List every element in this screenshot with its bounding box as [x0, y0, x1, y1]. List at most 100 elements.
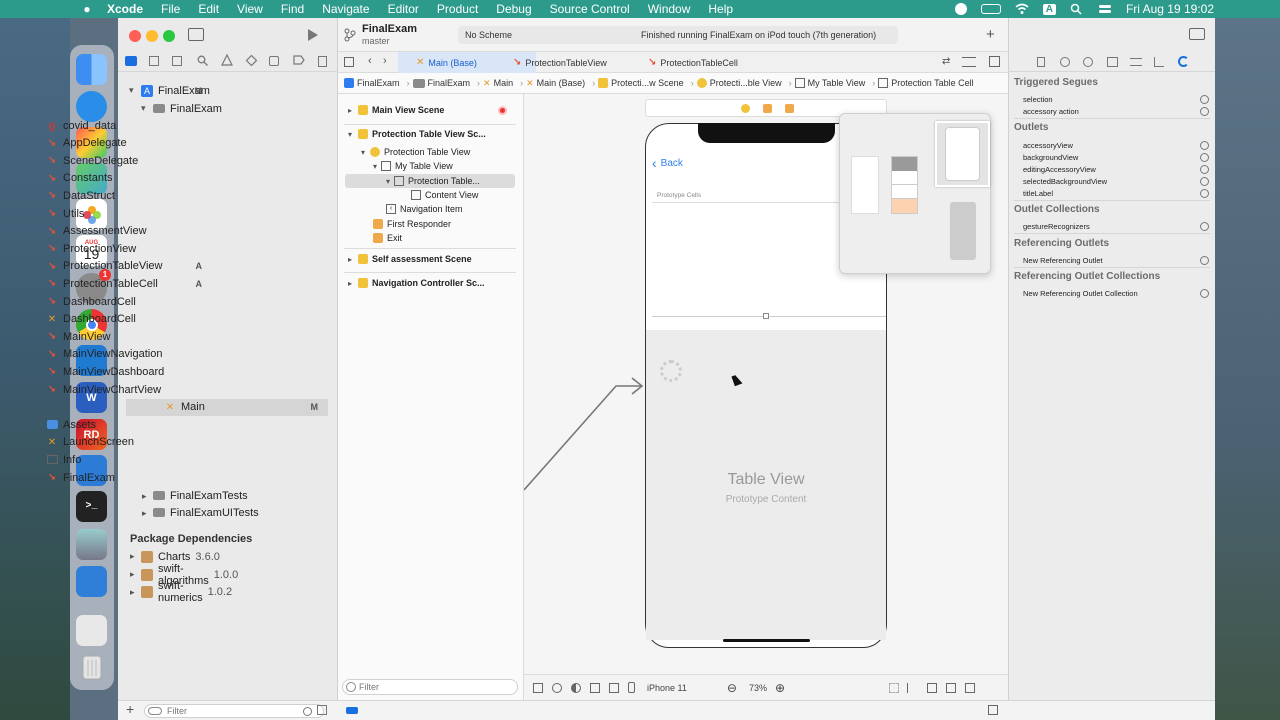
apple-menu-icon[interactable]: ● — [80, 2, 94, 16]
finder-icon[interactable] — [76, 54, 107, 85]
project-navigator-icon[interactable] — [125, 56, 137, 66]
tree-file-assessmentview[interactable]: ↘ AssessmentView — [0, 223, 220, 240]
attributes-inspector-icon[interactable] — [1130, 58, 1142, 66]
tree-group-finalexam[interactable]: FinalExam — [0, 100, 222, 117]
control-center-icon[interactable] — [1098, 3, 1112, 15]
tree-file-protectiontableview[interactable]: ↘ ProtectionTableView A — [0, 258, 220, 275]
pin-icon[interactable] — [927, 682, 938, 693]
outline-protection-controller[interactable]: ▾ Protection Table View — [361, 145, 470, 159]
menu-navigate[interactable]: Navigate — [322, 2, 369, 16]
split-editor-icon[interactable] — [989, 56, 1000, 67]
file-inspector-icon[interactable] — [1037, 57, 1045, 67]
tree-file-dashboardcell[interactable]: ↘ DashboardCell — [0, 293, 220, 310]
connection-circle[interactable] — [1200, 141, 1209, 150]
tree-file-launchscreen[interactable]: ✕ LaunchScreen — [0, 434, 220, 451]
input-source-icon[interactable]: A — [1042, 3, 1056, 15]
menu-help[interactable]: Help — [708, 2, 733, 16]
add-library-button[interactable]: + — [986, 26, 995, 43]
view-controller-dock-icon[interactable] — [741, 104, 750, 113]
menu-file[interactable]: File — [161, 2, 180, 16]
scheme-selector[interactable]: No Scheme — [465, 30, 512, 40]
run-button-icon[interactable] — [308, 29, 318, 41]
outline-first-responder[interactable]: First Responder — [373, 217, 451, 231]
tree-file-scenedelegate[interactable]: ↘ SceneDelegate — [0, 152, 220, 169]
jump-bar-project[interactable]: FinalExam — [344, 78, 400, 88]
issue-navigator-icon[interactable] — [221, 53, 233, 69]
outline-main-view-scene[interactable]: ▸ Main View Scene — [348, 103, 444, 117]
dark-mode-icon[interactable] — [571, 682, 581, 693]
connection-circle[interactable] — [1200, 165, 1209, 174]
debug-area-icon[interactable] — [988, 705, 998, 715]
connection-circle[interactable] — [1200, 153, 1209, 162]
close-window-button[interactable] — [129, 30, 141, 42]
menu-debug[interactable]: Debug — [496, 2, 531, 16]
find-navigator-icon[interactable] — [197, 55, 208, 69]
debug-navigator-icon[interactable] — [269, 56, 279, 66]
outline-navigation-item[interactable]: ‹ Navigation Item — [386, 202, 463, 216]
connection-circle[interactable] — [1200, 189, 1209, 198]
navigator-filter-input[interactable] — [167, 705, 277, 717]
connection-circle[interactable] — [1200, 256, 1209, 265]
zoom-out-icon[interactable]: ⊖ — [727, 681, 737, 695]
branch-name[interactable]: master — [362, 36, 390, 46]
orientation-icon[interactable] — [590, 682, 600, 693]
wifi-icon[interactable] — [1015, 3, 1029, 15]
size-inspector-icon[interactable] — [1154, 57, 1164, 67]
jump-bar-scene[interactable]: Protecti...w Scene — [598, 78, 684, 88]
test-navigator-icon[interactable] — [245, 54, 258, 69]
jump-bar-table-view[interactable]: My Table View — [794, 78, 865, 88]
tree-file-info[interactable]: Info — [0, 451, 220, 468]
tree-file-dashboardcell[interactable]: ✕ DashboardCell — [0, 311, 220, 328]
record-icon[interactable] — [954, 3, 967, 15]
zoom-in-icon[interactable]: ⊕ — [775, 681, 785, 695]
menu-find[interactable]: Find — [281, 2, 304, 16]
search-icon[interactable] — [1070, 3, 1084, 15]
tree-file-datastruct[interactable]: ↘ DataStruct — [0, 187, 220, 204]
outline-protection-scene[interactable]: ▾ Protection Table View Sc... — [348, 127, 486, 141]
jump-bar-controller[interactable]: Protecti...ble View — [696, 78, 782, 88]
jump-bar-file[interactable]: ✕ Main — [483, 78, 513, 89]
tab-protection-table-cell[interactable]: ↘ ProtectionTableCell — [648, 52, 788, 73]
jump-bar-group[interactable]: FinalExam — [412, 78, 470, 88]
minimap-viewport[interactable] — [935, 121, 990, 187]
add-file-button[interactable]: + — [126, 701, 134, 717]
tree-file-mainviewdashboard[interactable]: ↘ MainViewDashboard — [0, 363, 220, 380]
connection-circle[interactable] — [1200, 95, 1209, 104]
outline-nav-controller-scene[interactable]: ▸ Navigation Controller Sc... — [348, 276, 485, 290]
trash-icon[interactable] — [76, 650, 107, 681]
outline-protection-cell[interactable]: ▾ Protection Table... — [386, 174, 480, 188]
outline-my-table-view[interactable]: ▾ My Table View — [373, 159, 453, 173]
outline-filter-input[interactable] — [359, 681, 509, 693]
outline-self-assessment-scene[interactable]: ▸ Self assessment Scene — [348, 252, 472, 266]
tree-file-constants[interactable]: ↘ Constants — [0, 170, 220, 187]
jump-bar-base[interactable]: ✕ Main (Base) — [526, 78, 585, 89]
tree-project-root[interactable]: A FinalExam M — [0, 82, 220, 99]
battery-icon[interactable] — [980, 4, 1001, 14]
menu-source-control[interactable]: Source Control — [550, 2, 630, 16]
source-control-icon[interactable] — [149, 56, 159, 66]
connection-circle[interactable] — [1200, 289, 1209, 298]
connection-circle[interactable] — [1200, 222, 1209, 231]
recent-files-icon[interactable] — [303, 707, 312, 716]
menu-editor[interactable]: Editor — [388, 2, 419, 16]
back-arrow-icon[interactable]: ‹ — [368, 55, 372, 67]
inspector-toggle-icon[interactable] — [1189, 28, 1205, 40]
tree-file-main[interactable]: ✕ Main M — [126, 398, 328, 416]
tree-file-assets[interactable]: Assets — [0, 416, 220, 433]
history-inspector-icon[interactable] — [1060, 57, 1070, 67]
sidebar-toggle-icon[interactable] — [188, 28, 204, 41]
connection-circle[interactable] — [1200, 107, 1209, 116]
editor-layout-icon[interactable] — [344, 57, 354, 67]
tree-file-mainviewchartview[interactable]: ↘ MainViewChartView — [0, 381, 220, 398]
identity-inspector-icon[interactable] — [1107, 57, 1118, 67]
outline-content-view[interactable]: Content View — [411, 188, 478, 202]
first-responder-dock-icon[interactable] — [763, 104, 772, 113]
document-icon[interactable] — [76, 615, 107, 646]
editor-options-icon[interactable] — [962, 57, 976, 67]
symbol-navigator-icon[interactable] — [172, 56, 182, 66]
zoom-level[interactable]: 73% — [749, 683, 767, 693]
tree-file-protectionview[interactable]: ↘ ProtectionView — [0, 240, 220, 257]
outline-toggle-icon[interactable] — [533, 682, 543, 693]
breakpoint-navigator-icon[interactable] — [293, 55, 305, 68]
tree-file-protectiontablecell[interactable]: ↘ ProtectionTableCell A — [0, 275, 220, 292]
